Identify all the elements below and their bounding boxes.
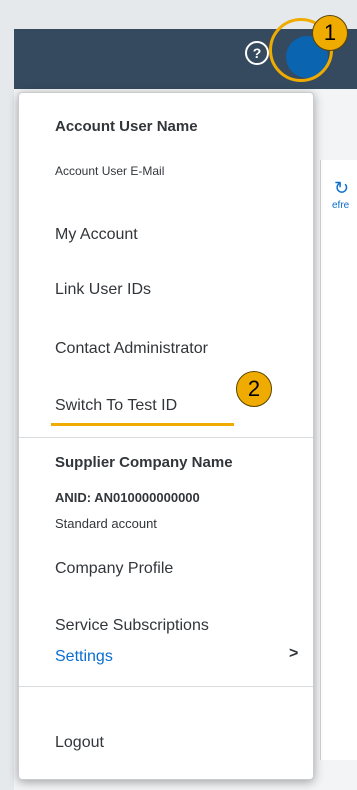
menu-item-contact-administrator[interactable]: Contact Administrator [55, 340, 208, 358]
callout-badge-2: 2 [236, 371, 272, 407]
account-user-email: Account User E-Mail [55, 164, 165, 178]
background-toolbar [320, 160, 357, 760]
menu-divider [19, 437, 313, 438]
highlight-underline [51, 423, 234, 426]
help-icon[interactable]: ? [245, 41, 269, 65]
account-type-label: Standard account [55, 516, 157, 531]
menu-item-my-account[interactable]: My Account [55, 226, 138, 244]
menu-item-logout[interactable]: Logout [55, 734, 104, 752]
callout-badge-1: 1 [312, 15, 348, 51]
refresh-label: efre [332, 200, 350, 211]
menu-item-settings[interactable]: Settings [55, 648, 113, 666]
menu-divider [19, 686, 313, 687]
refresh-icon[interactable]: ↻ [334, 178, 349, 199]
app-frame: ? ↻ efre Account User Name Account User … [0, 0, 357, 790]
menu-item-link-user-ids[interactable]: Link User IDs [55, 281, 151, 299]
menu-item-service-subscriptions[interactable]: Service Subscriptions [55, 617, 209, 635]
supplier-company-name: Supplier Company Name [55, 454, 233, 471]
menu-item-company-profile[interactable]: Company Profile [55, 560, 173, 578]
chevron-right-icon: > [289, 645, 299, 662]
menu-item-switch-to-test-id[interactable]: Switch To Test ID [55, 397, 177, 415]
user-menu-dropdown: Account User Name Account User E-Mail My… [18, 92, 314, 780]
account-user-name: Account User Name [55, 118, 198, 135]
anid-label: ANID: AN010000000000 [55, 490, 200, 505]
